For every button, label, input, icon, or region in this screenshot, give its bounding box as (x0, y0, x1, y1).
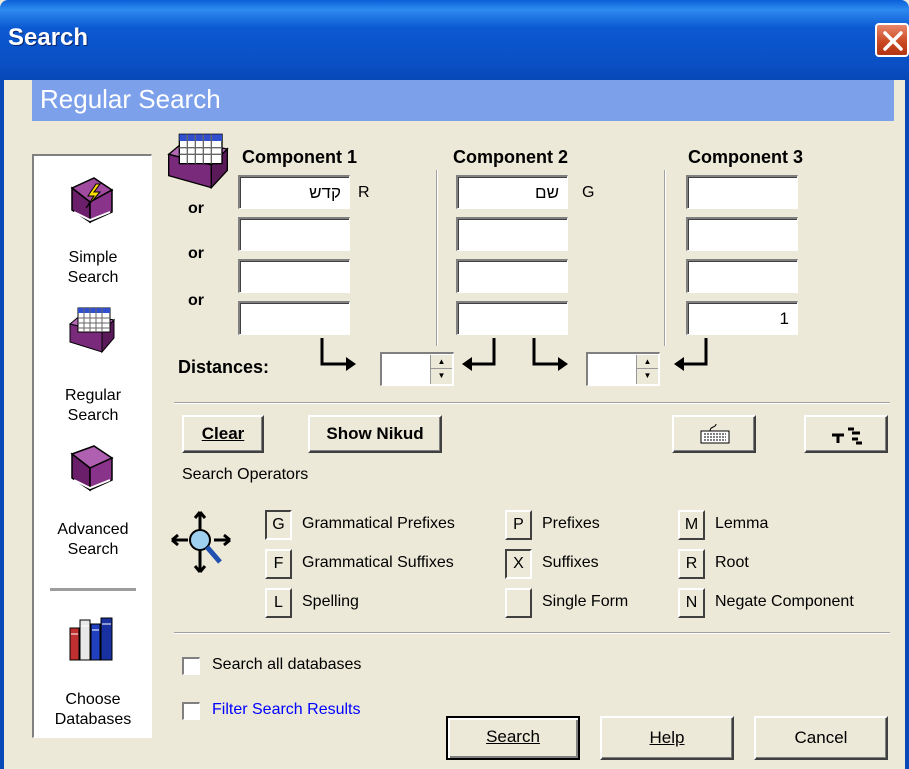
component-3-field-1[interactable] (686, 175, 798, 209)
arrow-down-right-icon (532, 338, 568, 371)
component-3-field-2[interactable] (686, 217, 798, 251)
nav-label: Regular Search (64, 387, 122, 424)
search-all-databases-label[interactable]: Search all databases (212, 656, 361, 674)
component-1-field-3[interactable] (238, 259, 350, 293)
grid-book-icon (167, 133, 229, 189)
down-arrow-icon[interactable]: ▼ (431, 369, 452, 383)
component-2-operator-tag: G (582, 184, 595, 201)
prefixes-label: Prefixes (542, 515, 600, 532)
grammatical-prefixes-label: Grammatical Prefixes (302, 515, 455, 532)
negate-component-label: Negate Component (715, 593, 854, 610)
arrow-down-left-icon (462, 338, 496, 371)
hierarchy-button[interactable] (804, 415, 888, 453)
nav-divider (50, 588, 136, 591)
divider (174, 402, 890, 404)
header-band: Regular Search (32, 80, 894, 121)
distance-1-spinner[interactable]: ▲ ▼ (380, 352, 454, 386)
lemma-label: Lemma (715, 515, 769, 532)
spinner-buttons[interactable]: ▲ ▼ (636, 355, 658, 384)
grammatical-suffixes-toggle[interactable]: F (265, 549, 292, 579)
page-title: Regular Search (40, 84, 221, 114)
lightning-book-icon (70, 177, 114, 224)
prefixes-toggle[interactable]: P (505, 510, 532, 540)
component-1-field-2[interactable] (238, 217, 350, 251)
root-toggle[interactable]: R (678, 549, 705, 579)
search-type-panel: Simple Search Regular Search Advanced Searc… (32, 154, 152, 738)
single-form-toggle[interactable] (505, 588, 532, 618)
component-2-title: Component 2 (453, 147, 568, 167)
search-button-label: Search (486, 727, 540, 746)
component-3-field-4[interactable]: 1 (686, 301, 798, 335)
component-divider (664, 170, 666, 346)
component-3-title: Component 3 (688, 147, 803, 167)
or-label: or (188, 200, 204, 217)
keyboard-icon (700, 423, 730, 444)
up-arrow-icon[interactable]: ▲ (637, 355, 658, 369)
nav-label: Simple Search (67, 249, 119, 286)
title-bar: Search (0, 0, 909, 80)
search-operators-title: Search Operators (182, 466, 309, 483)
component-2-field-1[interactable]: שם (456, 175, 568, 209)
grammatical-prefixes-toggle[interactable]: G (265, 510, 292, 540)
close-button[interactable] (875, 23, 909, 57)
grammatical-suffixes-label: Grammatical Suffixes (302, 554, 454, 571)
divider (174, 632, 890, 634)
component-1-title: Component 1 (242, 147, 357, 167)
spelling-label: Spelling (302, 593, 359, 610)
arrow-down-right-icon (320, 338, 356, 371)
keyboard-button[interactable] (672, 415, 756, 453)
cancel-button[interactable]: Cancel (754, 716, 888, 760)
grid-book-icon (68, 307, 116, 354)
suffixes-toggle[interactable]: X (505, 549, 532, 579)
nav-label: Advanced Search (57, 521, 129, 558)
show-nikud-button[interactable]: Show Nikud (308, 415, 442, 453)
or-label: or (188, 292, 204, 309)
single-form-label: Single Form (542, 593, 629, 610)
component-2-field-4[interactable] (456, 301, 568, 335)
filter-search-results-link[interactable]: Filter Search Results (212, 701, 361, 719)
spinner-buttons[interactable]: ▲ ▼ (430, 355, 452, 384)
clear-button-label: Clear (201, 424, 245, 443)
component-2-field-2[interactable] (456, 217, 568, 251)
component-divider (436, 170, 438, 346)
window-frame-left (0, 80, 4, 769)
magnifier-arrows-icon (171, 511, 231, 573)
component-1-field-4[interactable] (238, 301, 350, 335)
window-title: Search (8, 24, 89, 51)
component-1-field-1[interactable]: קדש (238, 175, 350, 209)
down-arrow-icon[interactable]: ▼ (637, 369, 658, 383)
distances-label: Distances: (178, 357, 270, 377)
component-3-field-3[interactable] (686, 259, 798, 293)
purple-book-icon (70, 445, 114, 492)
lemma-toggle[interactable]: M (678, 510, 705, 540)
root-label: Root (715, 554, 749, 571)
books-icon (69, 617, 113, 661)
component-1-operator-tag: R (358, 184, 370, 201)
search-all-databases-checkbox[interactable] (182, 657, 200, 675)
up-arrow-icon[interactable]: ▲ (431, 355, 452, 369)
tree-icon (832, 427, 862, 445)
distance-2-spinner[interactable]: ▲ ▼ (586, 352, 660, 386)
filter-search-results-checkbox[interactable] (182, 702, 200, 720)
search-button[interactable]: Search (446, 716, 580, 760)
clear-button[interactable]: Clear (182, 415, 264, 453)
suffixes-label: Suffixes (542, 554, 599, 571)
or-label: or (188, 245, 204, 262)
negate-component-toggle[interactable]: N (678, 588, 705, 618)
component-2-field-3[interactable] (456, 259, 568, 293)
window-frame-right (905, 80, 909, 769)
nav-label: Choose Databases (54, 691, 132, 728)
arrow-down-left-icon (674, 338, 708, 371)
spelling-toggle[interactable]: L (265, 588, 292, 618)
help-button-label: Help (649, 728, 685, 747)
close-icon (883, 31, 903, 51)
help-button[interactable]: Help (600, 716, 734, 760)
